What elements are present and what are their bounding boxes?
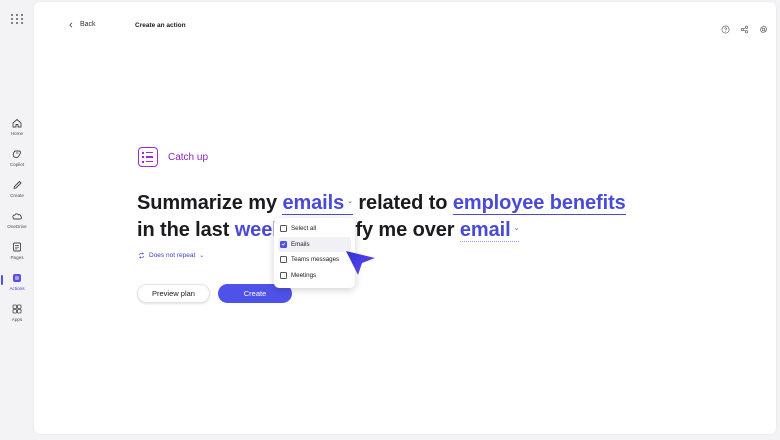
nav-copilot-label: Copilot — [9, 162, 25, 167]
checkmark-icon — [281, 242, 286, 246]
chevron-left-icon — [69, 22, 73, 27]
list-icon — [138, 147, 158, 167]
nav-actions[interactable]: Actions — [0, 272, 34, 298]
checkbox[interactable] — [280, 256, 287, 264]
checkbox[interactable] — [280, 271, 287, 279]
actions-icon — [13, 274, 21, 282]
template-header: Catch up — [138, 147, 208, 167]
sentence-text-1: Summarize my — [137, 192, 277, 214]
nav-create-label: Create — [10, 193, 24, 198]
template-name: Catch up — [168, 151, 209, 163]
repeat-selector[interactable]: Does not repeat ⌄ — [138, 252, 204, 259]
cursor-pointer-icon — [346, 251, 375, 275]
option-select-all[interactable]: Select all — [278, 221, 351, 237]
help-icon[interactable] — [721, 21, 730, 34]
nav-onedrive[interactable]: OneDrive — [0, 210, 34, 236]
home-icon — [12, 119, 22, 128]
sentence-line-1: Summarize my emails ⌄ related to employee… — [137, 190, 626, 217]
option-teams-messages[interactable]: Teams messages — [278, 252, 351, 268]
apps-icon — [12, 304, 22, 314]
top-bar: Back Create an action — [34, 2, 776, 50]
app-launcher-icon[interactable] — [10, 12, 24, 26]
nav-apps[interactable]: Apps — [0, 303, 34, 329]
share-icon[interactable] — [740, 21, 749, 34]
option-label: Meetings — [291, 271, 317, 279]
pen-icon — [13, 181, 22, 189]
checkbox-checked[interactable] — [280, 240, 287, 248]
gear-icon[interactable] — [759, 21, 768, 33]
top-icons — [721, 21, 768, 34]
sentence-line-2: in the last week otify me over email ⌄ — [137, 217, 626, 244]
option-label: Emails — [291, 240, 310, 248]
nav-create[interactable]: Create — [0, 179, 34, 205]
left-rail: Home Copilot Create OneDrive Pages Actio… — [0, 0, 34, 440]
option-label: Select all — [291, 225, 317, 233]
source-token-label: emails — [282, 192, 345, 214]
nav-copilot[interactable]: Copilot — [0, 148, 34, 174]
option-meetings[interactable]: Meetings — [278, 268, 351, 284]
page-title: Create an action — [135, 22, 186, 29]
topic-token[interactable]: employee benefits — [452, 192, 626, 215]
back-label: Back — [80, 21, 96, 28]
action-sentence: Summarize my emails ⌄ related to employee… — [137, 190, 626, 244]
repeat-icon — [139, 252, 144, 259]
option-label: Teams messages — [291, 256, 340, 264]
cloud-icon — [12, 213, 22, 220]
repeat-label: Does not repeat — [149, 252, 196, 259]
channel-token-label: email — [459, 219, 511, 241]
checkbox[interactable] — [280, 225, 287, 233]
nav-home-label: Home — [10, 131, 24, 136]
preview-plan-button[interactable]: Preview plan — [137, 284, 210, 303]
source-dropdown: Select all Emails Teams messages Meeting… — [274, 218, 355, 288]
nav-home[interactable]: Home — [0, 117, 34, 143]
nav-actions-label: Actions — [9, 286, 25, 291]
sentence-text-3: in the last — [137, 219, 230, 241]
nav-pages-label: Pages — [10, 255, 24, 260]
copilot-icon — [12, 150, 21, 158]
nav-onedrive-label: OneDrive — [7, 224, 27, 229]
channel-token[interactable]: email ⌄ — [459, 219, 519, 242]
sentence-text-2: related to — [358, 192, 448, 214]
back-button[interactable]: Back — [68, 21, 96, 28]
pages-icon — [13, 242, 21, 252]
nav-pages[interactable]: Pages — [0, 241, 34, 267]
option-emails[interactable]: Emails — [278, 236, 351, 252]
nav-apps-label: Apps — [11, 317, 23, 322]
chevron-down-icon: ⌄ — [347, 198, 353, 206]
chevron-down-icon: ⌄ — [513, 225, 520, 233]
main-panel: Back Create an action Catch up Summarize… — [34, 2, 776, 434]
source-token[interactable]: emails ⌄ — [282, 192, 353, 215]
chevron-down-icon: ⌄ — [199, 253, 205, 259]
